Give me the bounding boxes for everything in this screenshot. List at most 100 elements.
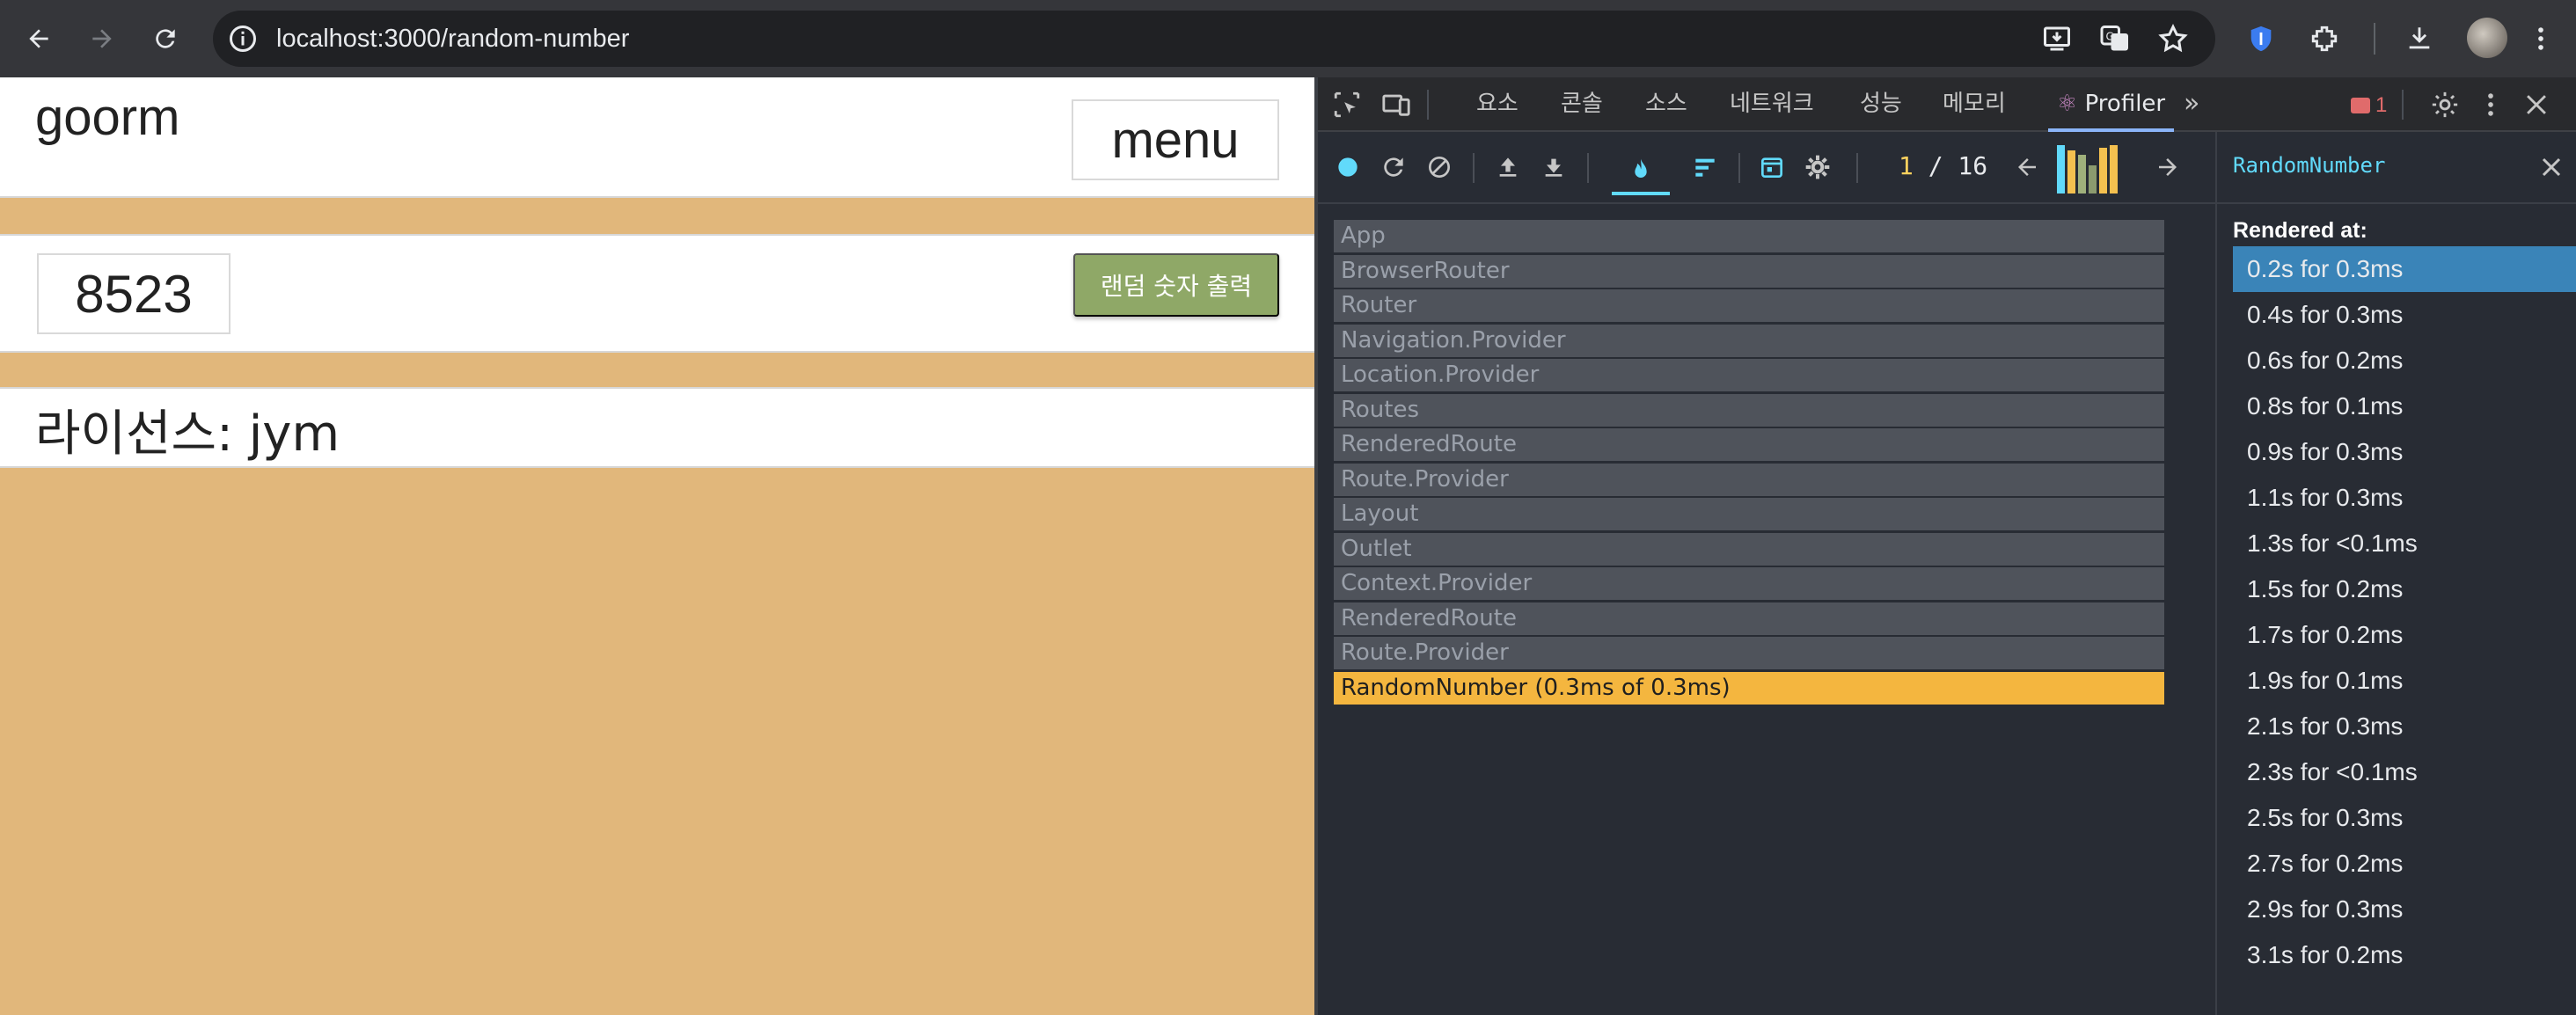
flamegraph-row[interactable]: Route.Provider: [1334, 463, 2164, 496]
install-app-icon[interactable]: [2041, 23, 2073, 55]
rendered-at-item[interactable]: 2.9s for 0.3ms: [2233, 887, 2576, 932]
next-commit-button[interactable]: [2150, 150, 2185, 185]
arrow-right-icon: [2159, 158, 2177, 176]
rendered-at-item[interactable]: 1.7s for 0.2ms: [2233, 612, 2576, 658]
tab-performance[interactable]: 성능: [1860, 77, 1902, 132]
profile-avatar[interactable]: [2467, 18, 2507, 58]
rendered-at-list: 0.2s for 0.3ms 0.4s for 0.3ms 0.6s for 0.2…: [2233, 246, 2576, 978]
ranked-icon: [1695, 158, 1715, 177]
more-tabs-chevron-icon[interactable]: »: [2184, 77, 2199, 132]
more-vertical-icon[interactable]: [2521, 19, 2560, 58]
previous-commit-button[interactable]: [2009, 150, 2045, 185]
error-count-badge[interactable]: 1: [2351, 93, 2387, 118]
rendered-at-item[interactable]: 2.3s for <0.1ms: [2233, 749, 2576, 795]
site-info-icon[interactable]: [227, 23, 259, 55]
rendered-at-item[interactable]: 0.2s for 0.3ms: [2233, 246, 2576, 292]
flamegraph-row[interactable]: Context.Provider: [1334, 567, 2164, 600]
translate-icon[interactable]: G: [2099, 23, 2131, 55]
generate-random-button[interactable]: 랜덤 숫자 출력: [1073, 253, 1279, 317]
toolbar-divider: [1473, 153, 1475, 183]
random-number-card: 8523 랜덤 숫자 출력: [0, 234, 1314, 353]
tab-console[interactable]: 콘솔: [1561, 77, 1603, 132]
flamegraph-row[interactable]: RandomNumber (0.3ms of 0.3ms): [1334, 671, 2164, 705]
devtools-divider: [2402, 90, 2404, 120]
devtools-close-icon[interactable]: [2520, 88, 2553, 121]
save-profile-button[interactable]: [1536, 150, 1571, 185]
rendered-at-item[interactable]: 2.7s for 0.2ms: [2233, 841, 2576, 887]
flamegraph-row[interactable]: RenderedRoute: [1334, 428, 2164, 461]
flamegraph-row[interactable]: RenderedRoute: [1334, 602, 2164, 635]
random-number-display: 8523: [37, 253, 231, 334]
flamegraph-tab[interactable]: [1612, 150, 1670, 195]
tab-memory[interactable]: 메모리: [1943, 77, 2006, 132]
profiler-settings-button[interactable]: [1800, 150, 1835, 185]
rendered-at-item[interactable]: 1.1s for 0.3ms: [2233, 475, 2576, 521]
flamegraph-row[interactable]: Location.Provider: [1334, 359, 2164, 391]
rendered-at-item[interactable]: 1.3s for <0.1ms: [2233, 521, 2576, 566]
component-details-sidebar: RandomNumber Rendered at: 0.2s for 0.3ms…: [2215, 132, 2576, 1015]
commit-bar[interactable]: [2078, 155, 2086, 194]
react-logo-icon: ⚛: [2057, 91, 2078, 117]
tab-profiler[interactable]: ⚛ Profiler: [2048, 77, 2175, 132]
inspect-element-icon[interactable]: [1330, 88, 1364, 121]
menu-button[interactable]: menu: [1072, 99, 1279, 180]
record-button[interactable]: [1330, 150, 1365, 185]
load-profile-button[interactable]: [1490, 150, 1526, 185]
rendered-at-item[interactable]: 3.1s for 0.2ms: [2233, 932, 2576, 978]
commit-index: 1 / 16: [1899, 151, 1987, 180]
rendered-at-item[interactable]: 0.8s for 0.1ms: [2233, 383, 2576, 429]
url-text[interactable]: localhost:3000/random-number: [276, 11, 629, 67]
extensions-icon[interactable]: [2305, 19, 2344, 58]
commit-bar[interactable]: [2057, 145, 2065, 194]
device-toolbar-icon[interactable]: [1379, 88, 1413, 121]
tab-sources[interactable]: 소스: [1645, 77, 1687, 132]
commit-bar[interactable]: [2067, 150, 2075, 194]
brand-logo-text[interactable]: goorm: [35, 88, 179, 147]
tab-network[interactable]: 네트워크: [1730, 77, 1814, 132]
flamegraph-row[interactable]: Navigation.Provider: [1334, 324, 2164, 357]
gear-icon: [1805, 155, 1830, 179]
rendered-at-item[interactable]: 0.9s for 0.3ms: [2233, 429, 2576, 475]
bookmark-star-icon[interactable]: [2157, 23, 2189, 55]
rendered-at-item[interactable]: 1.9s for 0.1ms: [2233, 658, 2576, 704]
flamegraph-row[interactable]: Layout: [1334, 498, 2164, 530]
record-icon: [1338, 157, 1358, 177]
flamegraph-row[interactable]: Router: [1334, 289, 2164, 322]
forward-button[interactable]: [79, 16, 125, 62]
devtools-more-icon[interactable]: [2474, 88, 2507, 121]
toolbar-divider: [2374, 23, 2375, 55]
download-icon: [1545, 158, 1562, 177]
flamegraph-row[interactable]: Routes: [1334, 393, 2164, 427]
back-button[interactable]: [16, 16, 62, 62]
address-bar[interactable]: localhost:3000/random-number G: [213, 11, 2215, 67]
flamegraph-row[interactable]: Route.Provider: [1334, 637, 2164, 669]
timeline-tab[interactable]: [1754, 150, 1789, 185]
reload-button[interactable]: [143, 16, 188, 62]
ranked-chart-tab[interactable]: [1687, 150, 1723, 185]
password-manager-icon[interactable]: [2242, 19, 2280, 58]
flamegraph-row[interactable]: BrowserRouter: [1334, 254, 2164, 288]
commit-bar-chart[interactable]: [2057, 142, 2118, 194]
flamegraph-row[interactable]: Outlet: [1334, 532, 2164, 566]
download-icon[interactable]: [2400, 19, 2439, 58]
devtools-tab-bar: 요소 콘솔 소스 네트워크 성능 메모리 ⚛ Profiler » 1: [1318, 77, 2576, 132]
rendered-at-item[interactable]: 2.5s for 0.3ms: [2233, 795, 2576, 841]
flame-icon: [1635, 158, 1647, 178]
clear-profile-button[interactable]: [1422, 150, 1457, 185]
close-icon[interactable]: [2536, 151, 2567, 183]
flamegraph-row[interactable]: App: [1334, 220, 2164, 252]
rendered-at-item[interactable]: 2.1s for 0.3ms: [2233, 704, 2576, 749]
svg-text:G: G: [2106, 31, 2114, 43]
settings-gear-icon[interactable]: [2428, 88, 2462, 121]
license-text: 라이선스: jym: [35, 405, 340, 463]
commit-bar[interactable]: [2110, 145, 2118, 194]
toolbar-divider: [1738, 153, 1740, 183]
rendered-at-item[interactable]: 0.6s for 0.2ms: [2233, 338, 2576, 383]
rendered-at-item[interactable]: 0.4s for 0.3ms: [2233, 292, 2576, 338]
tab-elements[interactable]: 요소: [1476, 77, 1519, 132]
rendered-at-item[interactable]: 1.5s for 0.2ms: [2233, 566, 2576, 612]
commit-bar[interactable]: [2099, 148, 2107, 194]
commit-bar[interactable]: [2089, 165, 2097, 194]
devtools-divider: [1427, 90, 1429, 120]
reload-and-profile-button[interactable]: [1376, 150, 1411, 185]
